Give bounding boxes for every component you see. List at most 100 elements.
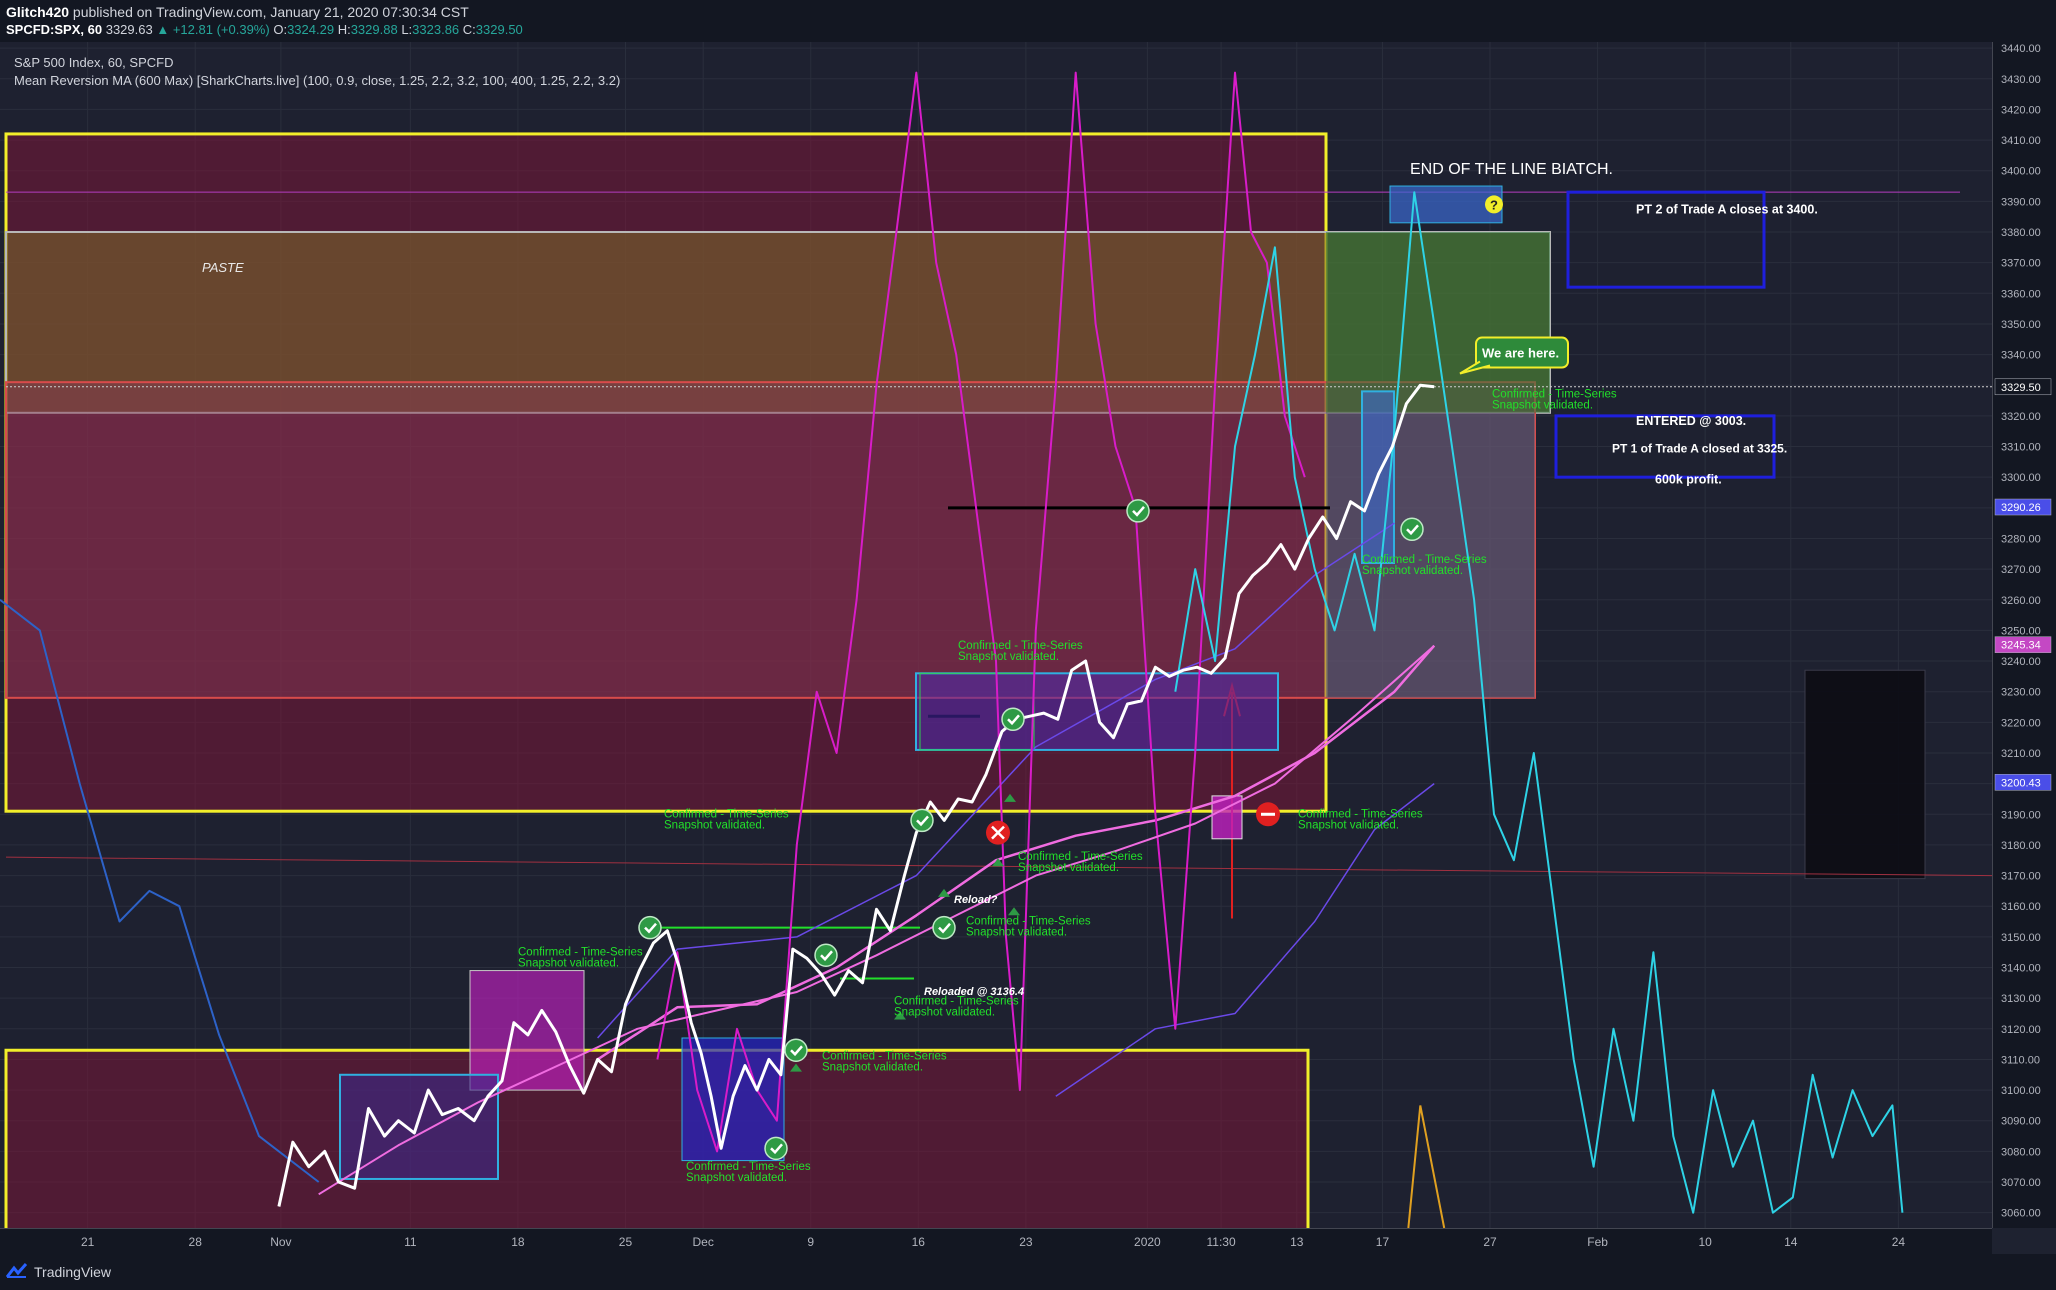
price-tick-label: 3230.00: [2001, 687, 2041, 699]
confirmed-note: Confirmed - Time-SeriesSnapshot validate…: [518, 946, 643, 969]
price-tick-label: 3260.00: [2001, 595, 2041, 607]
price-highlight-label: 3200.43: [2001, 777, 2041, 789]
price-tick-label: 3360.00: [2001, 288, 2041, 300]
price-tick-label: 3420.00: [2001, 104, 2041, 116]
price-tick-label: 3400.00: [2001, 166, 2041, 178]
confirmed-check-icon-circle: [1001, 707, 1025, 732]
price-tick-label: 3130.00: [2001, 993, 2041, 1005]
confirmed-check-icon-circle: [932, 915, 956, 940]
price-tick-label: 3090.00: [2001, 1116, 2041, 1128]
price-tick-label: 3220.00: [2001, 717, 2041, 729]
price-tick-label: 3120.00: [2001, 1024, 2041, 1036]
publisher-line: Glitch420 published on TradingView.com, …: [6, 4, 469, 20]
time-tick-label: Dec: [693, 1235, 714, 1249]
confirmed-check-icon: [764, 1136, 788, 1161]
chart-legend: S&P 500 Index, 60, SPCFD Mean Reversion …: [14, 54, 620, 90]
ohlc-line: SPCFD:SPX, 60 3329.63 ▲ +12.81 (+0.39%) …: [6, 22, 523, 37]
price-tick-label: 3250.00: [2001, 625, 2041, 637]
time-tick-label: 13: [1290, 1235, 1304, 1249]
confirmed-note-line2: Snapshot validated.: [686, 1172, 787, 1184]
time-tick-label: 11: [404, 1235, 417, 1249]
annotation-end-of-line: END OF THE LINE BIATCH.: [1410, 161, 1613, 178]
confirmed-note-line2: Snapshot validated.: [1298, 819, 1399, 831]
price-tick-label: 3210.00: [2001, 748, 2041, 760]
price-tick-label: 3190.00: [2001, 809, 2041, 821]
footer: TradingView: [0, 1254, 2056, 1290]
price-change: +12.81 (+0.39%): [172, 22, 270, 37]
price-tick-label: 3430.00: [2001, 74, 2041, 86]
price-axis[interactable]: 3440.00 3430.00 3420.00 3410.00 3400.00 3390.…: [1992, 42, 2056, 1228]
time-tick-label: 23: [1019, 1235, 1033, 1249]
zone-dark: [1804, 669, 1926, 880]
confirmed-note: Confirmed - Time-SeriesSnapshot validate…: [1492, 388, 1617, 411]
close-label: C:: [462, 22, 476, 37]
price-highlight-label: 3329.50: [2001, 382, 2041, 394]
up-arrow-icon: ▲: [156, 22, 170, 37]
confirmed-note-line2: Snapshot validated.: [1018, 862, 1119, 874]
legend-series-title[interactable]: S&P 500 Index, 60, SPCFD: [14, 54, 620, 72]
confirmed-check-icon-circle: [1126, 499, 1150, 523]
confirmed-check-icon-circle: [1400, 517, 1424, 542]
price-tick-label: 3300.00: [2001, 472, 2041, 484]
time-tick-label: 25: [619, 1235, 633, 1249]
price-highlight-label: 3245.34: [2001, 640, 2041, 652]
time-tick-label: 9: [807, 1235, 814, 1249]
annotation-reload: Reload?: [954, 894, 998, 906]
open-label: O:: [273, 22, 288, 37]
confirmed-note: Confirmed - Time-SeriesSnapshot validate…: [664, 808, 789, 831]
price-tick-label: 3110.00: [2001, 1054, 2040, 1066]
orange-spike: [1407, 1105, 1446, 1229]
annotation-pt1: PT 1 of Trade A closed at 3325.: [1612, 442, 1787, 456]
confirmed-check-icon-circle: [638, 915, 662, 940]
confirmed-note: Confirmed - Time-SeriesSnapshot validate…: [1018, 851, 1143, 874]
confirmed-check-icon: [932, 915, 956, 940]
time-tick-label: 21: [81, 1235, 95, 1249]
time-tick-label: 16: [912, 1235, 926, 1249]
box-magenta: [469, 970, 585, 1091]
legend-indicator[interactable]: Mean Reversion MA (600 Max) [SharkCharts…: [14, 72, 620, 90]
price-tick-label: 3270.00: [2001, 564, 2041, 576]
time-tick-label: 2020: [1134, 1235, 1161, 1249]
confirmed-check-icon: [814, 943, 838, 968]
green-up-arrow-icon: [1008, 907, 1020, 916]
time-tick-label: 24: [1892, 1235, 1906, 1249]
confirmed-check-icon: [784, 1038, 808, 1063]
chart-svg[interactable]: ? PASTE END OF THE LINE BIATCH. PT 2 of Tra…: [0, 42, 1993, 1276]
low-label: L:: [401, 22, 413, 37]
annotation-pt2: PT 2 of Trade A closes at 3400.: [1636, 203, 1818, 217]
footer-brand[interactable]: TradingView: [34, 1264, 111, 1280]
tradingview-logo-icon[interactable]: [6, 1262, 28, 1280]
symbol-label: SPCFD:SPX, 60: [6, 22, 103, 37]
price-tick-label: 3150.00: [2001, 932, 2041, 944]
time-axis[interactable]: 21 28 Nov 11 18 25 Dec 9 16 23 2020 11:30 13 17 27 Feb 1…: [0, 1228, 1992, 1255]
time-tick-label: Feb: [1587, 1235, 1608, 1249]
price-tick-label: 3350.00: [2001, 319, 2041, 331]
red-minus-icon: [1256, 802, 1280, 827]
publisher-name[interactable]: Glitch420: [6, 4, 69, 20]
price-tick-label: 3320.00: [2001, 411, 2041, 423]
price-tick-label: 3310.00: [2001, 442, 2041, 454]
zone-lower-yellow: [4, 1048, 1310, 1276]
annotation-we-are-here: We are here.: [1482, 346, 1559, 361]
price-tick-label: 3140.00: [2001, 963, 2041, 975]
last-price: 3329.63: [105, 22, 153, 37]
zone-red: [5, 381, 1536, 699]
price-axis-svg: 3440.00 3430.00 3420.00 3410.00 3400.00 3390.…: [1994, 43, 2052, 1220]
confirmed-check-icon: [1400, 517, 1424, 542]
confirmed-note-line2: Snapshot validated.: [894, 1006, 995, 1018]
price-tick-label: 3440.00: [2001, 43, 2041, 55]
price-tick-label: 3340.00: [2001, 350, 2041, 362]
close-value: 3329.50: [475, 22, 523, 37]
price-tick-label: 3280.00: [2001, 533, 2041, 545]
confirmed-check-icon-circle: [814, 943, 838, 968]
confirmed-note-line2: Snapshot validated.: [966, 927, 1067, 939]
price-tick-label: 3180.00: [2001, 840, 2041, 852]
confirmed-check-icon-circle: [764, 1136, 788, 1161]
confirmed-note-line2: Snapshot validated.: [822, 1061, 923, 1073]
chart-area[interactable]: ? PASTE END OF THE LINE BIATCH. PT 2 of Tra…: [0, 42, 1993, 1276]
price-tick-label: 3170.00: [2001, 871, 2041, 883]
low-value: 3323.86: [412, 22, 460, 37]
price-highlight-label: 3290.26: [2001, 502, 2041, 514]
open-value: 3324.29: [287, 22, 335, 37]
confirmed-note-line2: Snapshot validated.: [958, 651, 1059, 663]
